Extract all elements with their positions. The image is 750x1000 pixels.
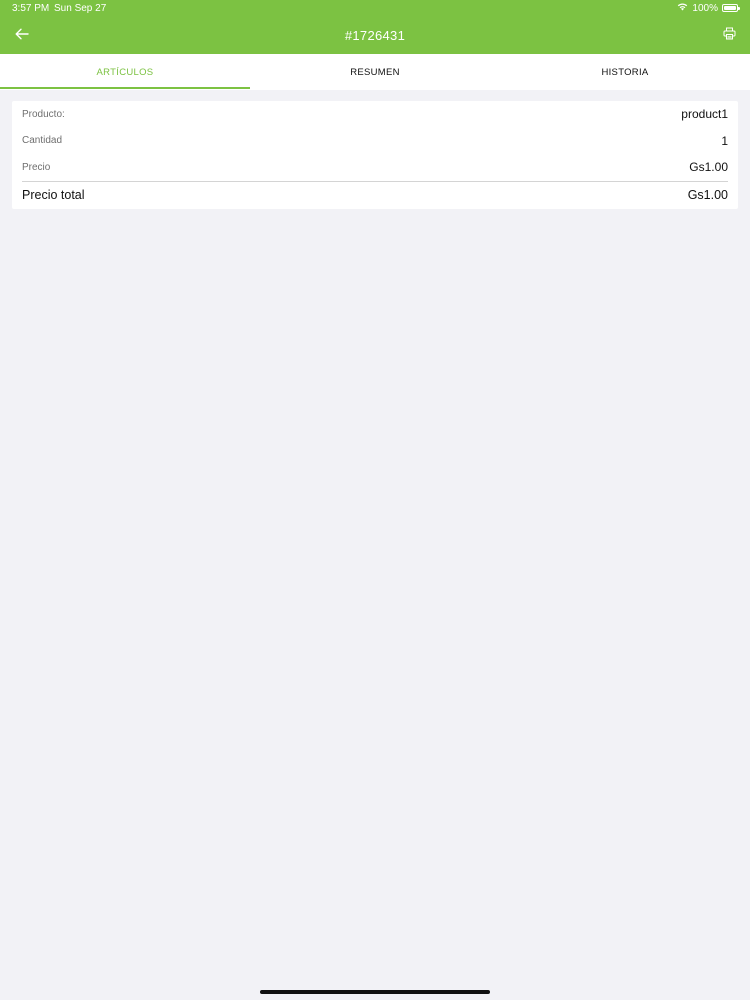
total-row: Precio total Gs1.00 <box>12 182 738 209</box>
status-time: 3:57 PM <box>12 3 50 14</box>
price-value: Gs1.00 <box>689 160 728 175</box>
price-row: Precio Gs1.00 <box>12 154 738 181</box>
quantity-row: Cantidad 1 <box>12 128 738 155</box>
tab-articulos[interactable]: ARTÍCULOS <box>0 54 250 90</box>
item-card: Producto: product1 Cantidad 1 Precio Gs1… <box>12 101 738 209</box>
quantity-label: Cantidad <box>22 135 63 147</box>
status-date: Sun Sep 27 <box>54 3 107 14</box>
tab-bar: ARTÍCULOS RESUMEN HISTORIA <box>0 54 750 90</box>
home-indicator[interactable] <box>260 990 490 994</box>
product-value: product1 <box>681 107 728 122</box>
order-title: #1726431 <box>344 28 406 43</box>
total-label: Precio total <box>22 188 85 202</box>
tab-historia[interactable]: HISTORIA <box>500 54 750 90</box>
wifi-icon <box>677 2 688 14</box>
battery-fill <box>724 6 736 10</box>
battery-icon <box>722 4 740 12</box>
quantity-value: 1 <box>721 133 728 148</box>
printer-icon <box>723 27 736 45</box>
product-row: Producto: product1 <box>12 101 738 128</box>
total-value: Gs1.00 <box>687 188 728 202</box>
battery-percentage: 100% <box>692 2 718 14</box>
print-button[interactable] <box>720 27 738 45</box>
status-bar: 3:57 PM Sun Sep 27 100% <box>0 0 750 18</box>
status-indicators: 100% <box>677 2 740 14</box>
tab-resumen[interactable]: RESUMEN <box>250 54 500 90</box>
price-label: Precio <box>22 161 51 173</box>
navigation-bar: #1726431 <box>0 18 750 54</box>
product-label: Producto: <box>22 108 65 120</box>
